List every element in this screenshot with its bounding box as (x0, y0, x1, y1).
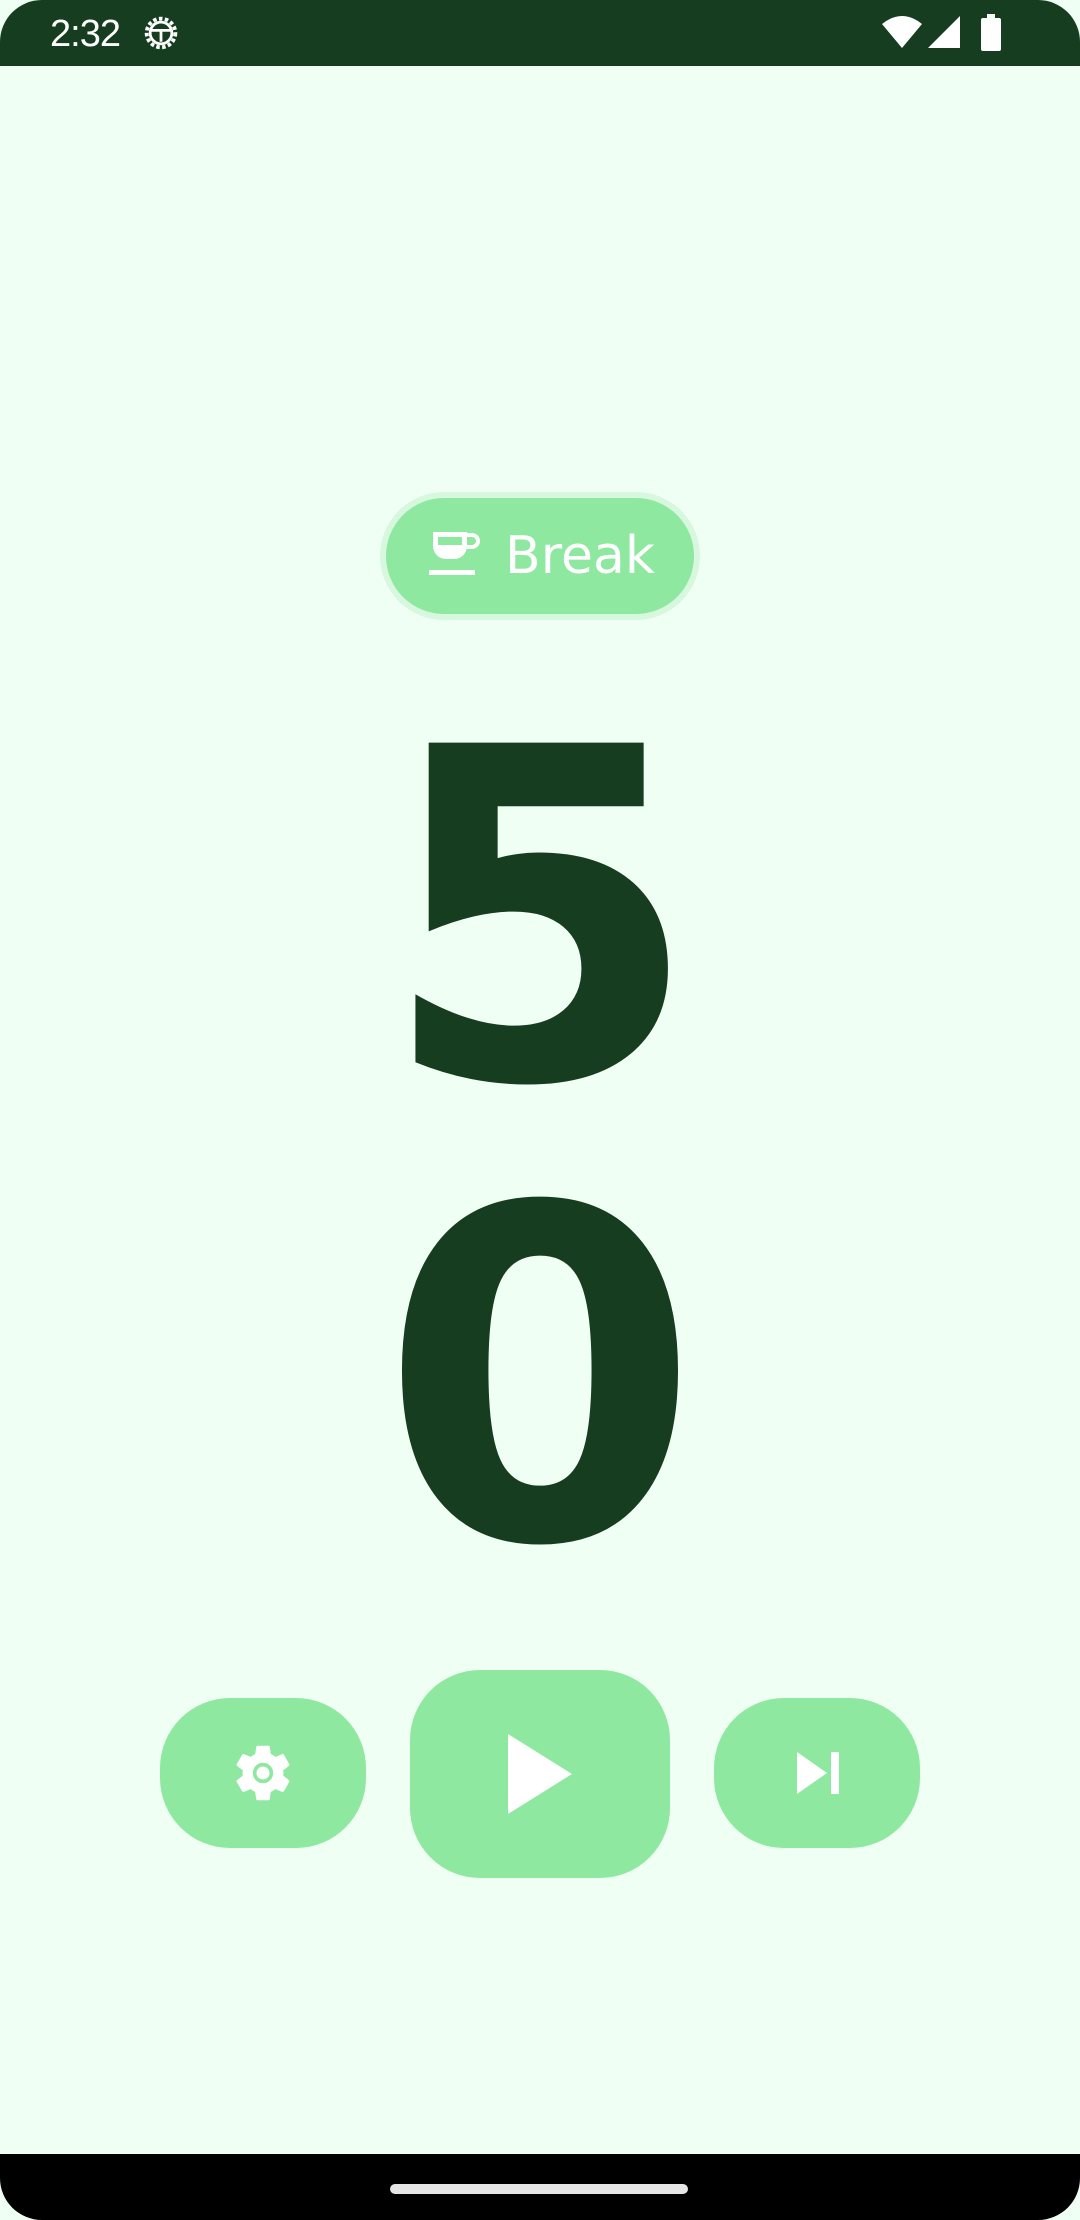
play-button[interactable] (410, 1670, 670, 1878)
timer-minutes: 5 (379, 652, 701, 1187)
battery-icon (981, 14, 1001, 51)
timer-controls (0, 1670, 1080, 1880)
wifi-icon (882, 16, 922, 48)
skip-next-icon (797, 1752, 839, 1794)
status-bar: 2:32 (0, 0, 1080, 66)
timer-seconds: 0 (379, 1112, 701, 1647)
status-time: 2:32 (50, 13, 121, 55)
mode-chip-break[interactable]: Break (380, 492, 700, 620)
mode-chip-label: Break (505, 526, 655, 586)
settings-icon (236, 1745, 290, 1801)
play-icon (508, 1734, 572, 1814)
navigation-bar (0, 2154, 1080, 2220)
skip-next-button[interactable] (714, 1698, 920, 1848)
settings-icon (144, 16, 178, 50)
coffee-cup-icon (429, 532, 481, 575)
home-indicator[interactable] (390, 2184, 688, 2194)
settings-button[interactable] (160, 1698, 366, 1848)
signal-icon (928, 16, 960, 48)
